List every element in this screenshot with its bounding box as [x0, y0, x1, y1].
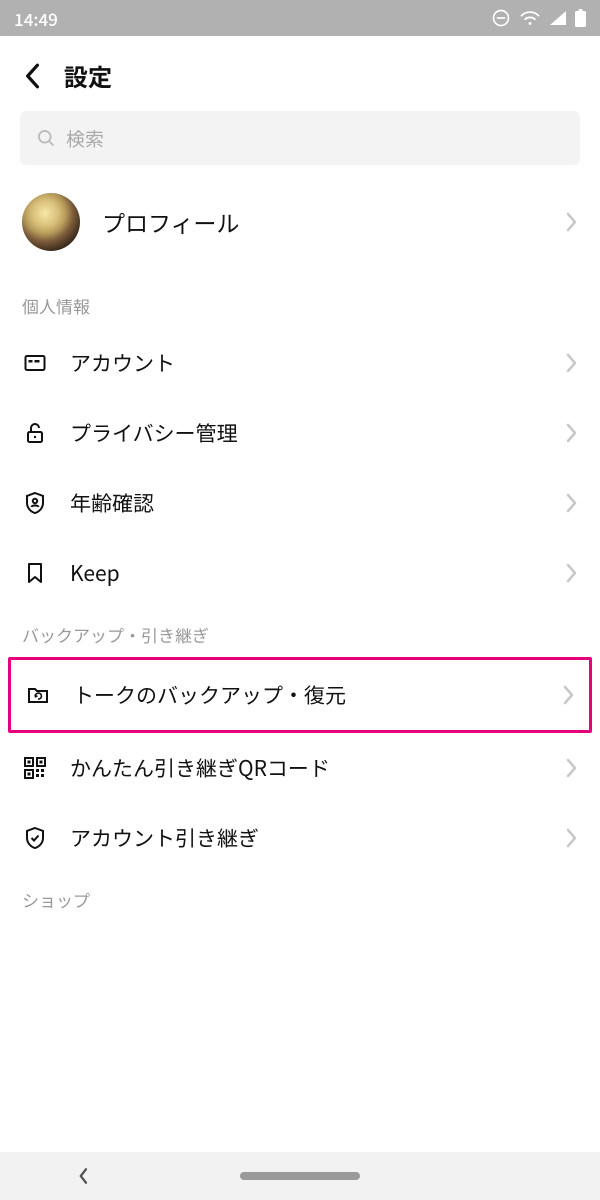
bookmark-icon — [22, 560, 48, 586]
row-label: プライバシー管理 — [70, 418, 544, 448]
wifi-icon — [519, 9, 541, 27]
folder-refresh-icon — [25, 682, 51, 708]
search-input[interactable]: 検索 — [20, 111, 580, 165]
status-time: 14:49 — [14, 6, 58, 31]
section-title-backup: バックアップ・引き継ぎ — [0, 608, 600, 657]
chevron-right-icon — [566, 353, 578, 373]
status-icons — [491, 8, 586, 28]
lock-icon — [22, 420, 48, 446]
section-title-shop: ショップ — [0, 873, 600, 922]
dnd-icon — [491, 8, 511, 28]
chevron-right-icon — [566, 828, 578, 848]
row-account-transfer[interactable]: アカウント引き継ぎ — [0, 803, 600, 873]
chevron-left-icon — [24, 63, 40, 89]
nav-back-icon[interactable] — [74, 1167, 92, 1185]
status-bar: 14:49 — [0, 0, 600, 36]
battery-icon — [575, 9, 586, 27]
page-title: 設定 — [64, 58, 112, 93]
shield-user-icon — [22, 490, 48, 516]
row-label: アカウント — [70, 348, 544, 378]
row-label: アカウント引き継ぎ — [70, 823, 544, 853]
chevron-right-icon — [566, 212, 578, 232]
shield-check-icon — [22, 825, 48, 851]
account-icon — [22, 350, 48, 376]
row-keep[interactable]: Keep — [0, 538, 600, 608]
search-icon — [36, 128, 56, 148]
nav-home-pill[interactable] — [240, 1172, 360, 1180]
row-label: かんたん引き継ぎQRコード — [70, 753, 544, 783]
chevron-right-icon — [566, 563, 578, 583]
row-label: トークのバックアップ・復元 — [73, 680, 541, 710]
back-button[interactable] — [18, 62, 46, 90]
chevron-right-icon — [563, 685, 575, 705]
signal-icon — [549, 10, 567, 26]
profile-row[interactable]: プロフィール — [0, 165, 600, 279]
avatar — [22, 193, 80, 251]
row-qr-transfer[interactable]: かんたん引き継ぎQRコード — [0, 733, 600, 803]
section-title-personal: 個人情報 — [0, 279, 600, 328]
row-age[interactable]: 年齢確認 — [0, 468, 600, 538]
search-placeholder: 検索 — [66, 125, 104, 152]
profile-label: プロフィール — [102, 205, 544, 239]
system-navbar — [0, 1152, 600, 1200]
row-talk-backup[interactable]: トークのバックアップ・復元 — [11, 660, 589, 730]
qr-icon — [22, 755, 48, 781]
row-label: Keep — [70, 558, 544, 588]
chevron-right-icon — [566, 423, 578, 443]
chevron-right-icon — [566, 758, 578, 778]
row-account[interactable]: アカウント — [0, 328, 600, 398]
highlight-box: トークのバックアップ・復元 — [8, 657, 592, 733]
chevron-right-icon — [566, 493, 578, 513]
header: 設定 — [0, 36, 600, 111]
row-label: 年齢確認 — [70, 488, 544, 518]
row-privacy[interactable]: プライバシー管理 — [0, 398, 600, 468]
